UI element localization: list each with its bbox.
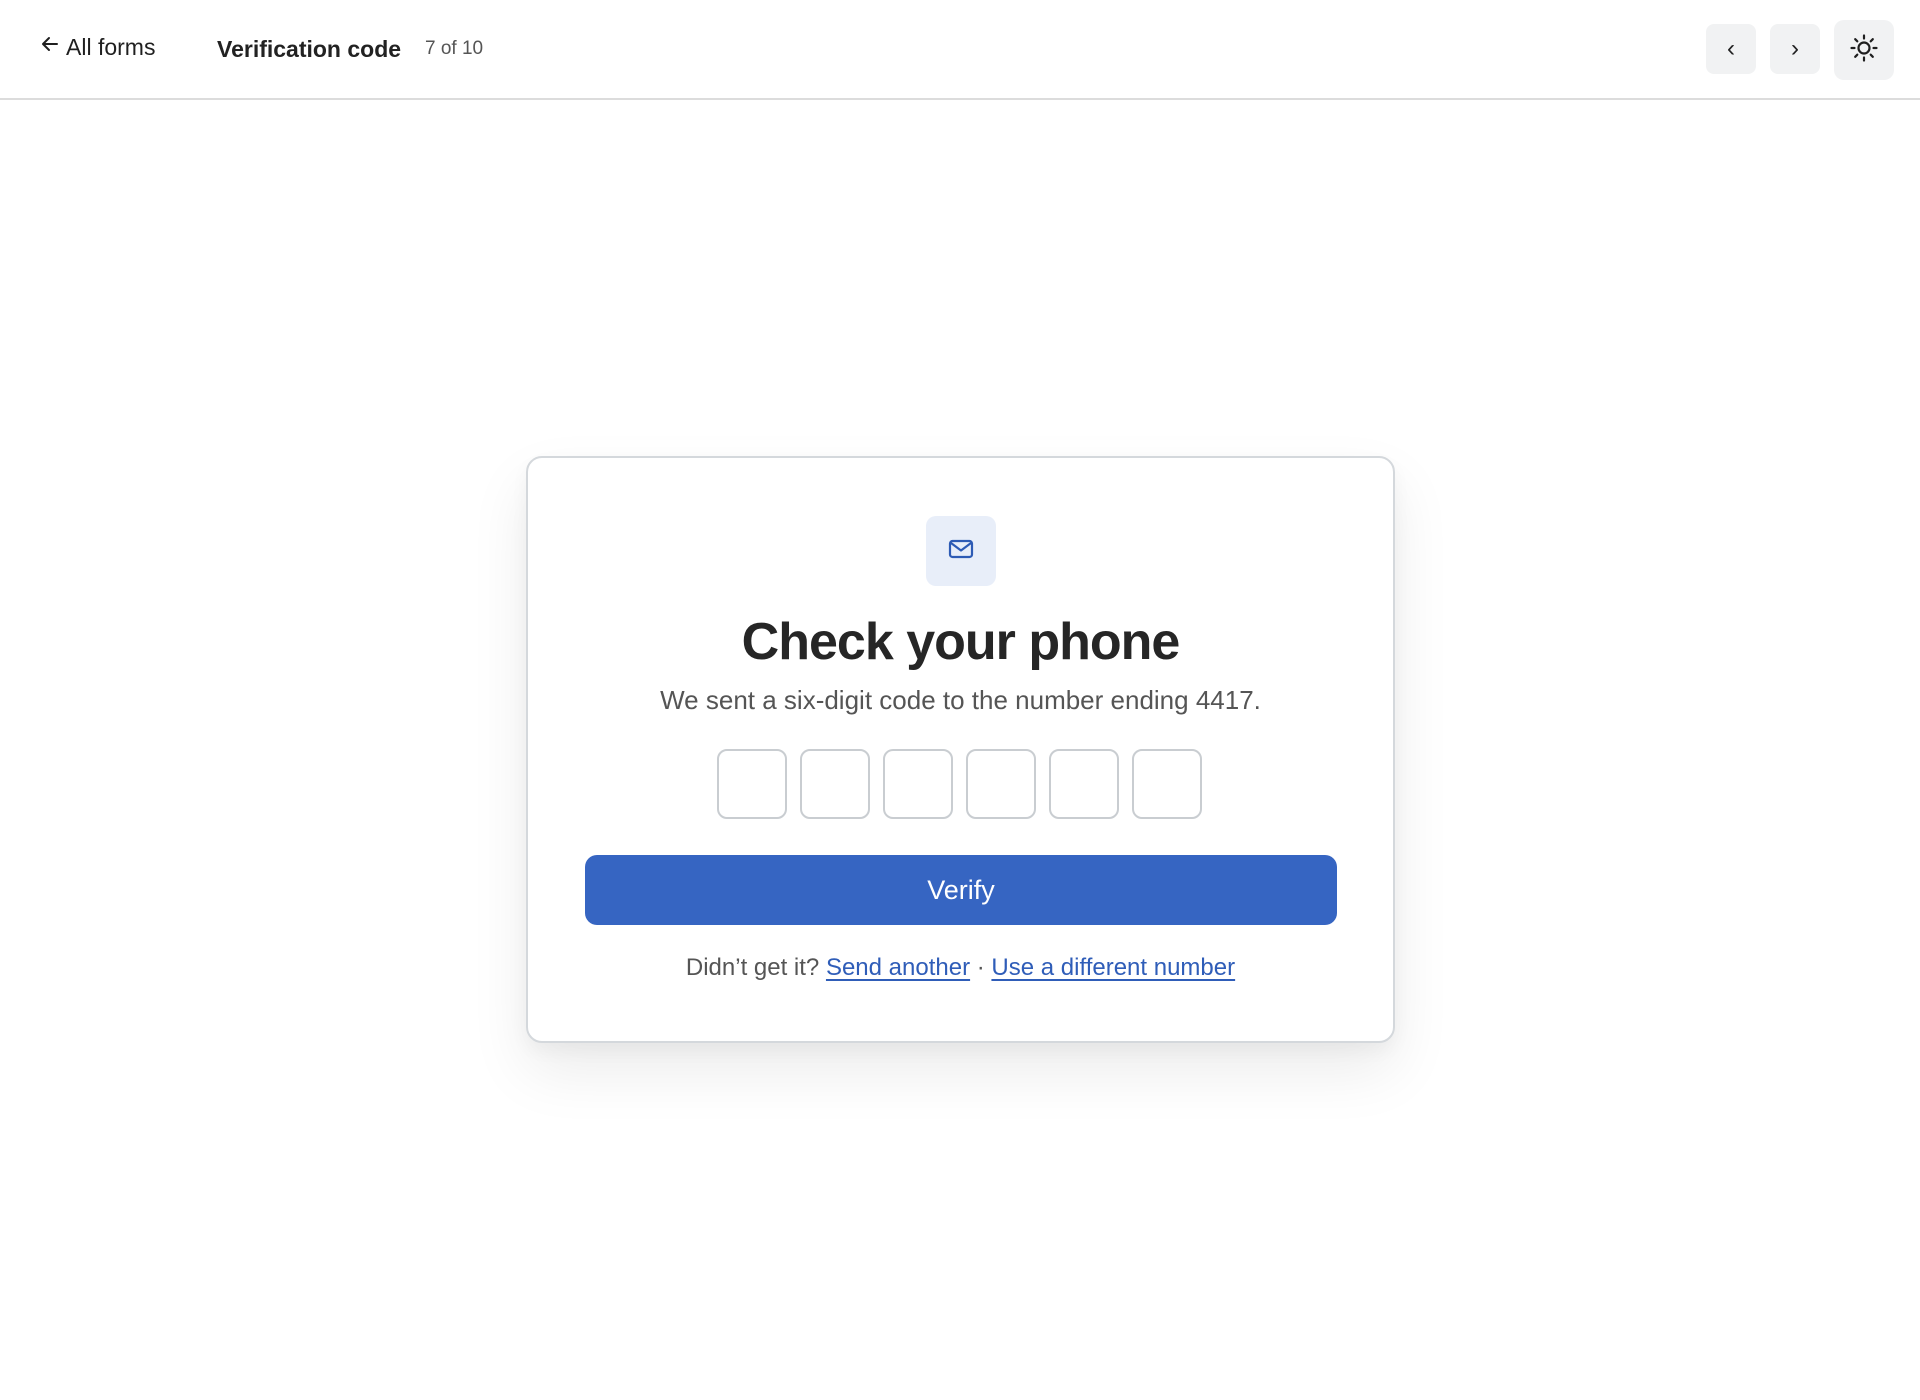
code-digit-1[interactable] [717,749,787,819]
send-another-link[interactable]: Send another [826,954,970,981]
theme-toggle-button[interactable] [1834,20,1894,80]
code-input-group [717,749,1202,819]
sun-icon [1850,33,1878,67]
page-title: Check your phone [741,613,1181,671]
previous-form-button[interactable]: ‹ [1706,24,1756,74]
next-form-button[interactable]: › [1770,24,1820,74]
top-bar: All forms Verification code 7 of 10 ‹ › [0,0,1920,100]
code-digit-4[interactable] [966,749,1036,819]
separator: · [976,954,985,981]
arrow-left-icon [40,34,60,59]
verify-button[interactable]: Verify [585,855,1337,925]
all-forms-label: All forms [66,34,156,60]
code-digit-2[interactable] [800,749,870,819]
form-title: Verification code [217,36,402,62]
resend-prompt: Didn’t get it? [685,954,820,981]
icon-tile [926,516,996,586]
use-different-number-link[interactable]: Use a different number [991,954,1235,981]
code-digit-6[interactable] [1132,749,1202,819]
resend-row: Didn’t get it? Send another · Use a diff… [528,954,1393,982]
code-digit-5[interactable] [1049,749,1119,819]
verification-card: Check your phone We sent a six-digit cod… [526,456,1395,1043]
form-counter: 7 of 10 [425,38,484,59]
instruction-text: We sent a six-digit code to the number e… [660,685,1261,715]
all-forms-link[interactable]: All forms [40,34,155,61]
code-digit-3[interactable] [883,749,953,819]
mail-icon [948,538,974,565]
